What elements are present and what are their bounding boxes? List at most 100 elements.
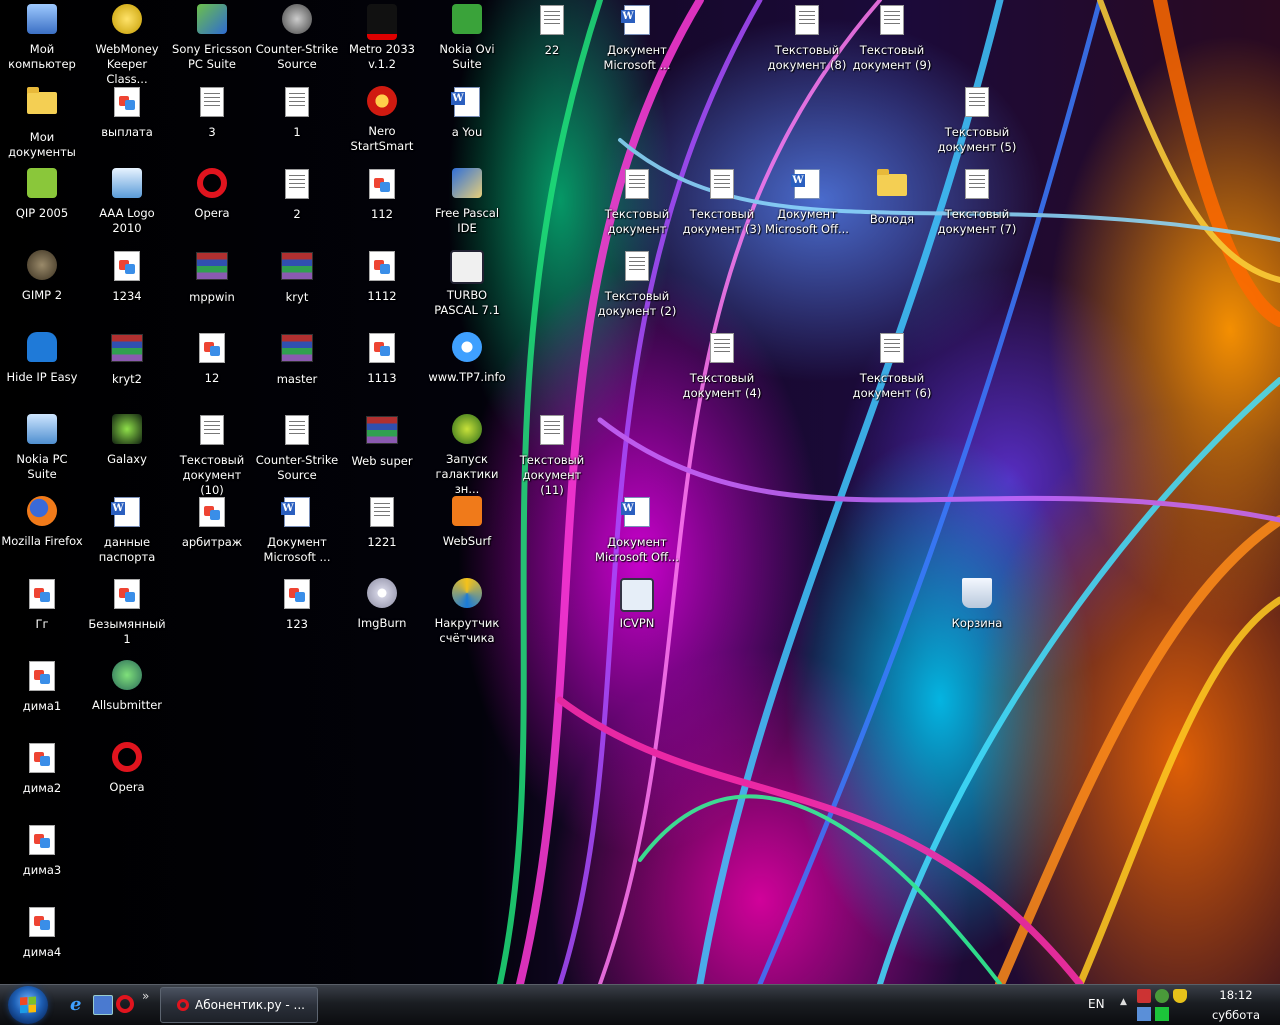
show-hidden-tray-icons-button[interactable]: ▲ — [1120, 997, 1127, 1007]
desktop-icon[interactable]: Allsubmitter — [85, 658, 169, 713]
desktop-icon[interactable]: дима4 — [0, 904, 84, 960]
desktop-icon-label: Документ Microsoft ... — [603, 43, 671, 72]
desktop-icon[interactable]: Counter-Strike Source — [255, 2, 339, 72]
desktop-icon[interactable]: Opera — [170, 166, 254, 221]
desktop-icon[interactable]: ICVPN — [595, 576, 679, 631]
desktop-icon[interactable]: Nokia PC Suite — [0, 412, 84, 482]
desktop-icon[interactable]: Текстовый документ (9) — [850, 2, 934, 73]
desktop-icon[interactable]: GIMP 2 — [0, 248, 84, 303]
desktop-icon[interactable]: 12 — [170, 330, 254, 386]
desktop-icon[interactable]: Hide IP Easy — [0, 330, 84, 385]
desktop-icon[interactable]: W Документ Microsoft Off... — [595, 494, 679, 565]
desktop-icon[interactable]: Текстовый документ — [595, 166, 679, 237]
desktop-icon[interactable]: выплата — [85, 84, 169, 140]
desktop-icon-label: Counter-Strike Source — [255, 42, 339, 71]
tray-security-shield-icon[interactable] — [1173, 989, 1187, 1003]
desktop-icon[interactable]: Sony Ericsson PC Suite — [170, 2, 254, 72]
desktop-icon-label: Текстовый документ (8) — [767, 43, 847, 72]
desktop-icon-label: Текстовый документ (4) — [682, 371, 762, 400]
desktop-icon[interactable]: Мой компьютер — [0, 2, 84, 72]
quick-launch-internet-explorer-icon[interactable]: e — [70, 995, 88, 1014]
desktop-icon[interactable]: Гг — [0, 576, 84, 632]
desktop-icon[interactable]: W Документ Microsoft ... — [595, 2, 679, 73]
desktop-icon-label: Гг — [35, 617, 49, 631]
tray-antivirus-icon[interactable] — [1137, 989, 1151, 1003]
desktop-icon-label: Opera — [109, 780, 145, 794]
desktop-icon[interactable]: Текстовый документ (2) — [595, 248, 679, 319]
desktop-icon[interactable]: Galaxy — [85, 412, 169, 467]
desktop-icon[interactable]: QIP 2005 — [0, 166, 84, 221]
desktop-icon[interactable]: kryt — [255, 248, 339, 305]
image-file-icon — [365, 333, 399, 367]
quick-launch-opera-icon[interactable] — [116, 995, 134, 1013]
desktop-icon[interactable]: Накрутчик счётчика — [425, 576, 509, 646]
desktop-icon[interactable]: дима1 — [0, 658, 84, 714]
desktop-icon[interactable]: WebSurf — [425, 494, 509, 549]
desktop-icon[interactable]: 3 — [170, 84, 254, 140]
desktop-icon[interactable]: Counter-Strike Source — [255, 412, 339, 483]
desktop-icon[interactable]: Wa You — [425, 84, 509, 140]
desktop-icon[interactable]: 112 — [340, 166, 424, 222]
desktop-icon[interactable]: Текстовый документ (5) — [935, 84, 1019, 155]
desktop-icon[interactable]: Корзина — [935, 576, 1019, 631]
desktop-icon[interactable]: 22 — [510, 2, 594, 58]
language-indicator[interactable]: EN — [1088, 997, 1105, 1011]
desktop-icon[interactable]: арбитраж — [170, 494, 254, 550]
start-button[interactable] — [8, 986, 48, 1024]
desktop-icon[interactable]: Текстовый документ (6) — [850, 330, 934, 401]
desktop-icon[interactable]: W Документ Microsoft ... — [255, 494, 339, 565]
desktop-icon[interactable]: Текстовый документ (11) — [510, 412, 594, 498]
desktop-icon[interactable]: Opera — [85, 740, 169, 795]
desktop-icon[interactable]: 1 — [255, 84, 339, 140]
desktop-icon[interactable]: WebMoney Keeper Class... — [85, 2, 169, 87]
desktop-icon[interactable]: ImgBurn — [340, 576, 424, 631]
tray-qip-icon[interactable] — [1155, 989, 1169, 1003]
desktop-icon-label: Безымянный1 — [88, 617, 166, 646]
desktop-icon[interactable]: 123 — [255, 576, 339, 632]
quick-launch-show-desktop-icon[interactable] — [93, 995, 113, 1015]
tray-network-icon[interactable] — [1137, 1007, 1151, 1021]
desktop-icon[interactable]: Текстовый документ (8) — [765, 2, 849, 73]
desktop-icon[interactable]: Wданные паспорта — [85, 494, 169, 565]
desktop-icon[interactable]: дима3 — [0, 822, 84, 878]
text-document-icon — [705, 169, 739, 203]
desktop-icon[interactable]: Nero StartSmart — [340, 84, 424, 154]
desktop-icon[interactable]: Мои документы — [0, 84, 84, 160]
desktop-icon[interactable]: Безымянный1 — [85, 576, 169, 647]
text-document-icon — [960, 169, 994, 203]
tray-battery-icon[interactable] — [1155, 1007, 1169, 1021]
desktop-icon[interactable]: Web super — [340, 412, 424, 469]
desktop-icon[interactable]: Mozilla Firefox — [0, 494, 84, 549]
desktop-icon[interactable]: Текстовый документ (10) — [170, 412, 254, 498]
desktop-icon[interactable]: Текстовый документ (4) — [680, 330, 764, 401]
desktop-icon[interactable]: дима2 — [0, 740, 84, 796]
text-document-icon — [280, 169, 314, 203]
desktop-icon[interactable]: Metro 2033 v.1.2 — [340, 2, 424, 72]
desktop-icon[interactable]: Володя — [850, 166, 934, 227]
desktop-icon[interactable]: master — [255, 330, 339, 387]
desktop-icon[interactable]: Free Pascal IDE — [425, 166, 509, 236]
imgburn-icon — [365, 578, 399, 612]
desktop-icon[interactable]: 1113 — [340, 330, 424, 386]
desktop-icon[interactable]: 2 — [255, 166, 339, 222]
desktop-icon[interactable]: Текстовый документ (3) — [680, 166, 764, 237]
text-document-icon — [620, 169, 654, 203]
desktop-icon[interactable]: 1234 — [85, 248, 169, 304]
desktop-icon[interactable]: mppwin — [170, 248, 254, 305]
desktop-icon[interactable]: 1221 — [340, 494, 424, 550]
desktop-icon[interactable]: W Документ Microsoft Off... — [765, 166, 849, 237]
desktop-icon-label: 1221 — [367, 535, 397, 549]
desktop-icon[interactable]: AAA Logo 2010 — [85, 166, 169, 236]
desktop-icon-label: Nero StartSmart — [350, 124, 414, 153]
desktop-icon[interactable]: Nokia Ovi Suite — [425, 2, 509, 72]
desktop-icon[interactable]: kryt2 — [85, 330, 169, 387]
nokia-pc-suite-icon — [25, 414, 59, 448]
desktop-icon[interactable]: www.TP7.info — [425, 330, 509, 385]
desktop-icon[interactable]: TURBO PASCAL 7.1 — [425, 248, 509, 318]
desktop-icon[interactable]: 1112 — [340, 248, 424, 304]
taskbar-clock[interactable]: 18:12 суббота — [1200, 987, 1272, 1023]
taskbar-window-button[interactable]: Абонентик.ру - ... — [160, 987, 318, 1023]
desktop-icon[interactable]: Текстовый документ (7) — [935, 166, 1019, 237]
quick-launch-overflow-chevron[interactable]: » — [142, 989, 149, 1003]
desktop-icon[interactable]: Запуск галактики зн... — [425, 412, 509, 497]
